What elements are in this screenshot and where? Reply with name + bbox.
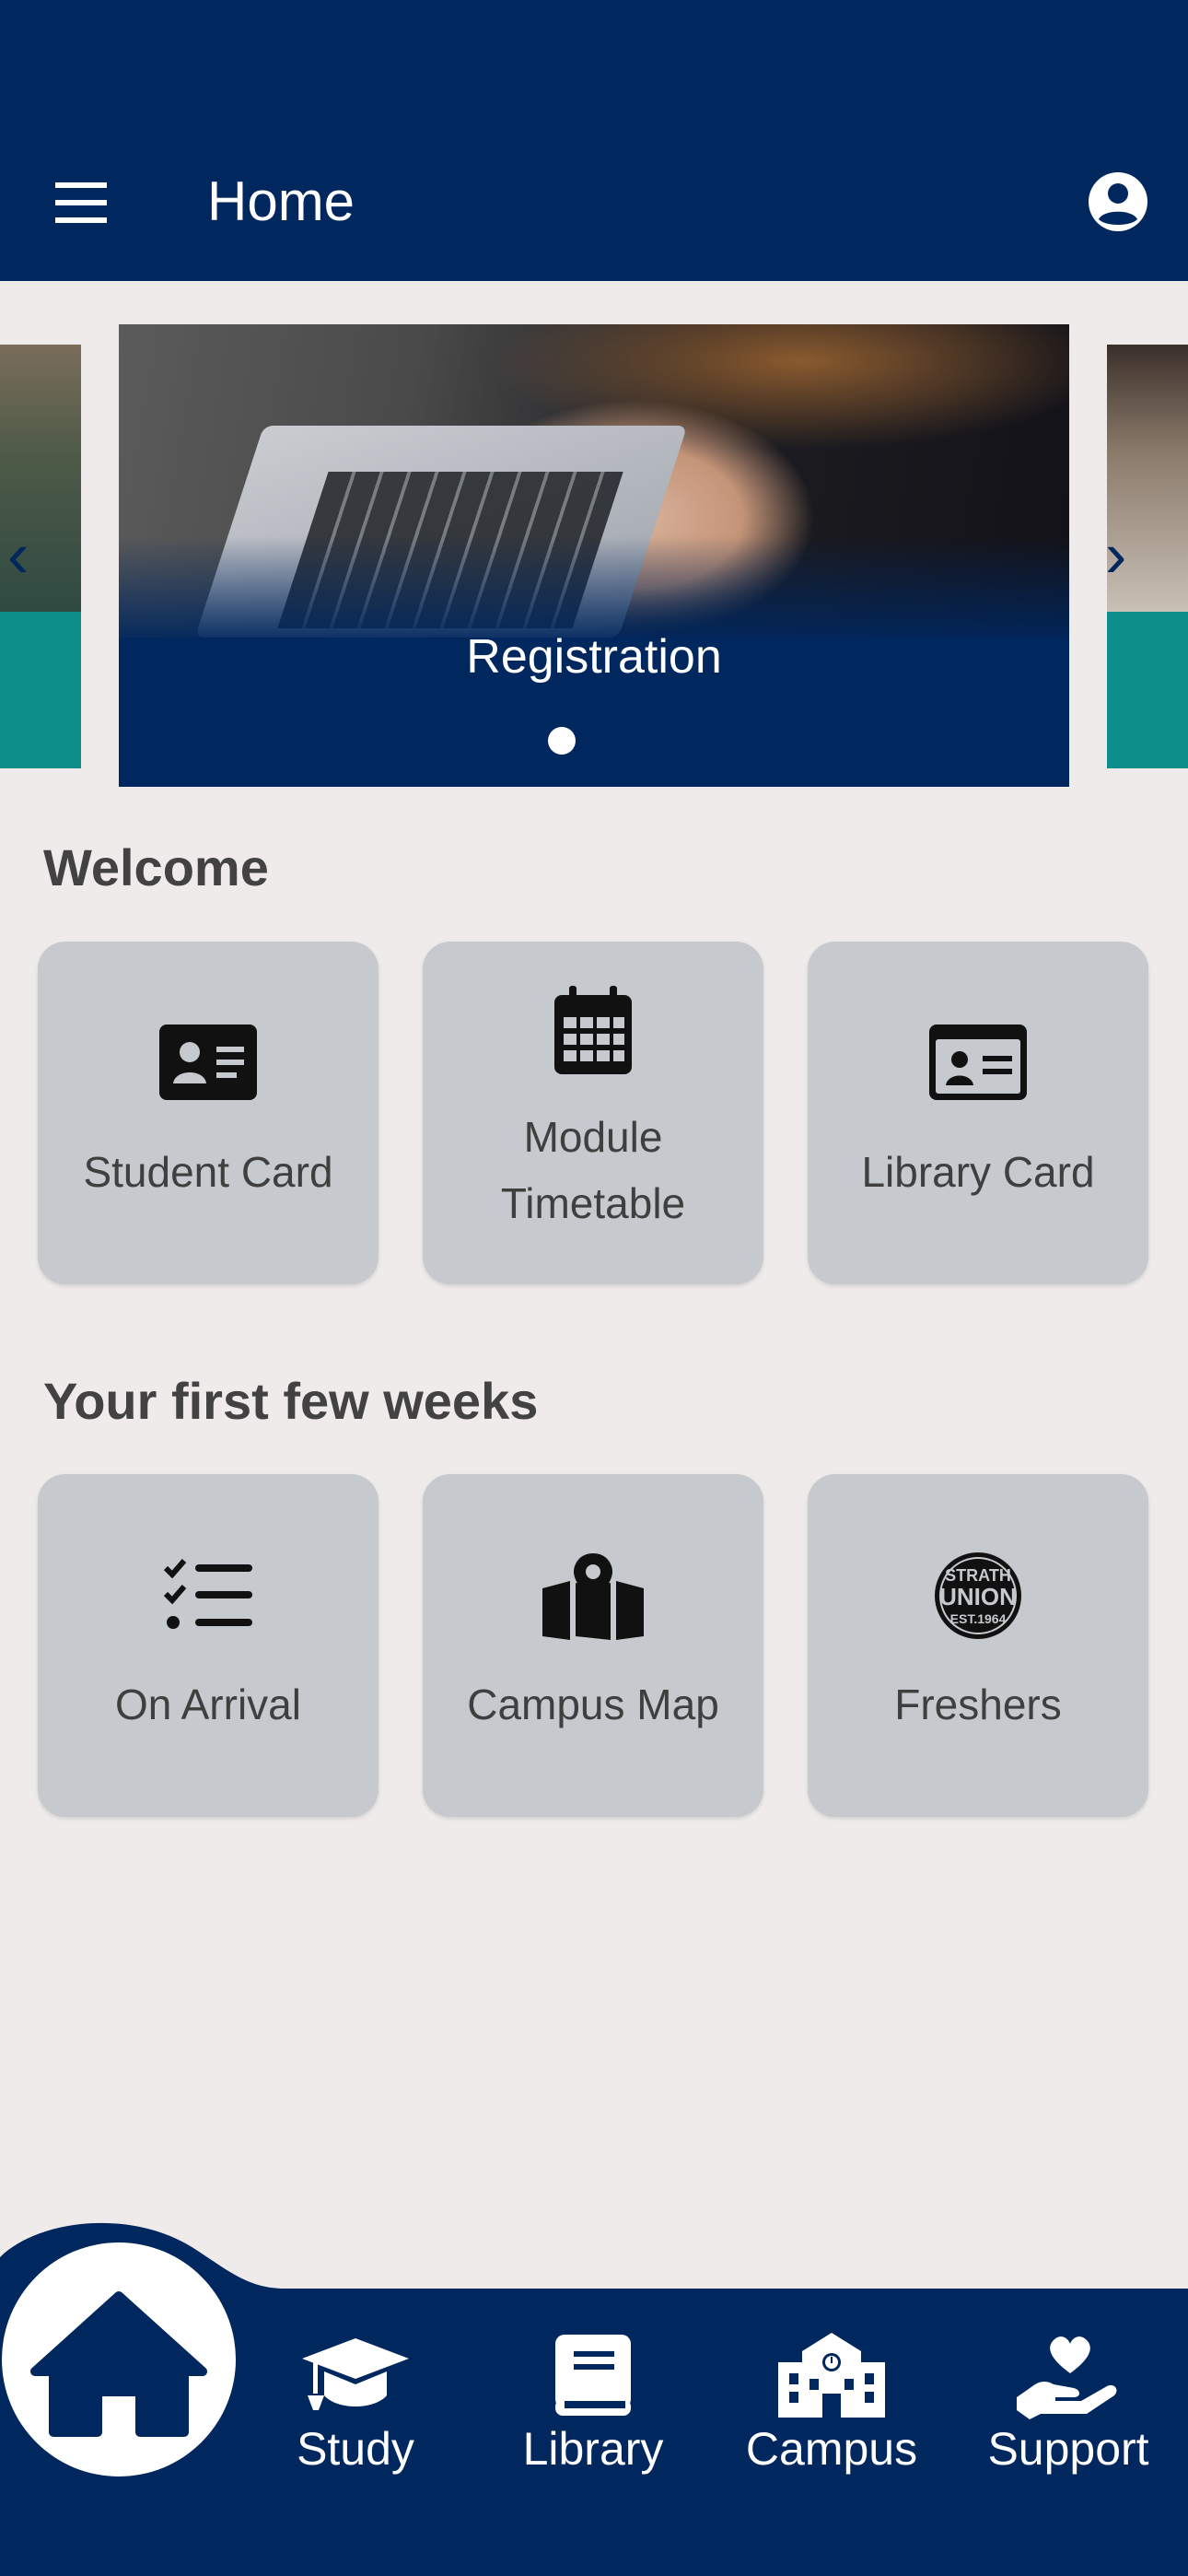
top-app-bar: Home xyxy=(0,0,1188,281)
tile-campus-map[interactable]: Campus Map xyxy=(423,1474,763,1817)
home-icon xyxy=(30,2291,207,2437)
carousel-indicator-dot[interactable] xyxy=(548,727,576,755)
chevron-right-icon[interactable]: › xyxy=(1105,518,1126,591)
tile-library-card[interactable]: Library Card xyxy=(808,942,1148,1284)
section-title-first-weeks: Your first few weeks xyxy=(43,1372,539,1430)
slide-label: Registration xyxy=(466,630,722,684)
hamburger-menu-icon[interactable] xyxy=(48,175,114,230)
tile-label: On Arrival xyxy=(115,1680,301,1728)
slide-band xyxy=(1107,612,1188,768)
nav-item-library[interactable]: Library xyxy=(492,2331,694,2478)
library-card-icon xyxy=(808,1025,1148,1100)
tile-label: Library Card xyxy=(861,1148,1095,1196)
bottom-navigation-bar: Study Library Campus Support xyxy=(0,2211,1188,2576)
tile-label: Freshers xyxy=(894,1680,1062,1728)
hand-heart-icon xyxy=(967,2331,1170,2423)
nav-item-study[interactable]: Study xyxy=(254,2331,457,2478)
nav-item-campus[interactable]: Campus xyxy=(730,2331,933,2478)
logo-text: STRATH xyxy=(945,1566,1011,1585)
nav-label: Study xyxy=(297,2423,414,2475)
section-title-welcome: Welcome xyxy=(43,838,269,896)
nav-home-button[interactable] xyxy=(2,2242,236,2476)
tile-label: Campus Map xyxy=(467,1680,719,1728)
tile-student-card[interactable]: Student Card xyxy=(38,942,379,1284)
id-card-icon xyxy=(38,1025,379,1100)
nav-label: Campus xyxy=(745,2423,918,2475)
nav-label: Support xyxy=(987,2423,1149,2475)
calendar-icon xyxy=(423,986,763,1074)
chevron-left-icon[interactable]: ‹ xyxy=(7,518,29,591)
logo-text: UNION xyxy=(939,1583,1017,1610)
tile-module-timetable[interactable]: Module Timetable xyxy=(423,942,763,1284)
tile-on-arrival[interactable]: On Arrival xyxy=(38,1474,379,1817)
page-title: Home xyxy=(207,170,355,232)
slide-band xyxy=(0,612,81,768)
carousel-slide-registration[interactable]: Registration xyxy=(119,324,1069,787)
campus-building-icon xyxy=(730,2331,933,2423)
tile-freshers[interactable]: STRATH UNION EST.1964 Freshers xyxy=(808,1474,1148,1817)
book-icon xyxy=(492,2331,694,2423)
nav-label: Library xyxy=(522,2423,664,2475)
tile-label: Student Card xyxy=(83,1148,333,1196)
map-pin-icon xyxy=(423,1551,763,1640)
hero-carousel: ‹ Registration › xyxy=(0,324,1188,790)
strath-union-logo: STRATH UNION EST.1964 xyxy=(808,1551,1148,1640)
checklist-icon xyxy=(38,1557,379,1633)
logo-text: EST.1964 xyxy=(950,1611,1007,1626)
graduation-cap-icon xyxy=(254,2331,457,2423)
tile-label: Module Timetable xyxy=(500,1113,686,1227)
nav-item-support[interactable]: Support xyxy=(967,2331,1170,2478)
account-circle-icon[interactable] xyxy=(1085,169,1151,235)
